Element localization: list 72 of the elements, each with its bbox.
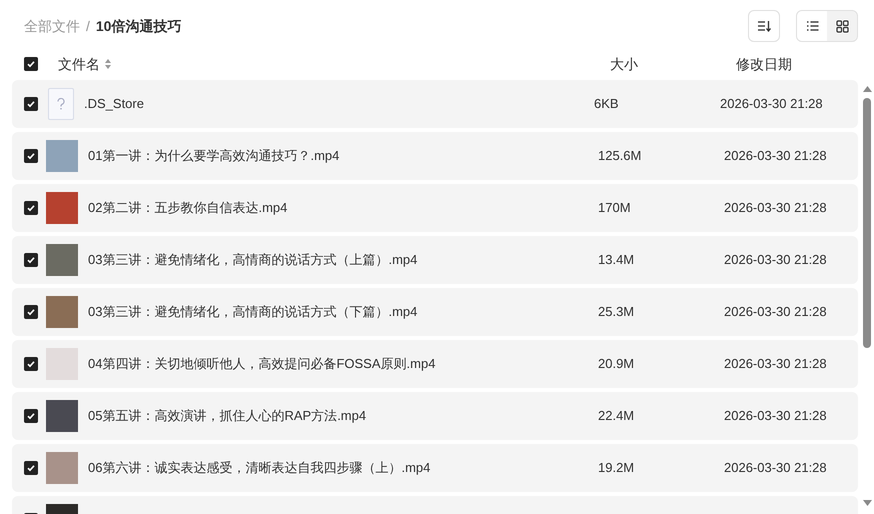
breadcrumb-separator: / <box>86 16 90 36</box>
file-name: 06第六讲：诚实表达感受，清晰表达自我四步骤（上）.mp4 <box>88 459 432 478</box>
file-name: .DS_Store <box>84 95 145 114</box>
unknown-file-icon <box>48 88 74 120</box>
file-size: 170M <box>598 199 632 218</box>
grid-icon <box>836 20 848 32</box>
scroll-down-icon <box>862 500 872 506</box>
file-name: 03第三讲：避免情绪化，高情商的说话方式（下篇）.mp4 <box>88 303 418 322</box>
file-size: 13.4M <box>598 251 636 270</box>
photo-placeholder <box>46 452 78 484</box>
file-name: 01第一讲：为什么要学高效沟通技巧？.mp4 <box>88 147 340 166</box>
file-name: 05第五讲：高效演讲，抓住人心的RAP方法.mp4 <box>88 407 368 426</box>
photo-placeholder <box>46 400 78 432</box>
checkbox[interactable] <box>24 253 38 267</box>
file-row[interactable]: 06第六讲：诚实表达感受，清晰表达自我四步骤（上）.mp4 19.2M 2026-03-30 21:28 <box>12 444 858 492</box>
list-icon <box>806 20 818 32</box>
checkmark-icon <box>26 255 36 265</box>
checkbox[interactable] <box>24 57 38 71</box>
file-row[interactable]: 02第二讲：五步教你自信表达.mp4 170M 2026-03-30 21:28 <box>12 184 858 232</box>
checkbox[interactable] <box>24 201 38 215</box>
file-size: 25.3M <box>598 303 636 322</box>
modified-date: 2026-03-30 21:28 <box>724 407 827 426</box>
list-view-button[interactable] <box>797 11 827 41</box>
checkmark-icon <box>26 99 36 109</box>
sort-button[interactable] <box>748 10 780 42</box>
file-size: 19.2M <box>598 459 636 478</box>
photo-placeholder <box>46 192 78 224</box>
file-name: 03第三讲：避免情绪化，高情商的说话方式（上篇）.mp4 <box>88 251 418 270</box>
modified-date: 2026-03-30 21:28 <box>724 303 827 322</box>
modified-date: 2026-03-30 21:28 <box>724 251 827 270</box>
modified-date: 2026-03-30 21:28 <box>724 199 827 218</box>
column-header[interactable]: 文件名 <box>58 54 100 74</box>
scroll-up-icon <box>862 86 872 92</box>
file-size: 125.6M <box>598 147 642 166</box>
sort-icon <box>757 20 771 32</box>
photo-placeholder <box>46 348 78 380</box>
file-name: 02第二讲：五步教你自信表达.mp4 <box>88 199 288 218</box>
file-row[interactable]: 03第三讲：避免情绪化，高情商的说话方式（上篇）.mp4 13.4M 2026-03-30 21:28 <box>12 236 858 284</box>
file-size: 6KB <box>594 95 620 114</box>
checkbox[interactable] <box>24 305 38 319</box>
checkmark-icon <box>26 307 36 317</box>
column-header[interactable]: 修改日期 <box>736 54 792 74</box>
modified-date: 2026-03-30 21:28 <box>724 147 827 166</box>
scrollbar-thumb[interactable] <box>863 98 871 348</box>
breadcrumb-item[interactable]: 10倍沟通技巧 <box>96 16 182 36</box>
file-size: 22.4M <box>598 407 636 426</box>
modified-date: 2026-03-30 21:28 <box>724 355 827 374</box>
file-row[interactable]: 03第三讲：避免情绪化，高情商的说话方式（下篇）.mp4 25.3M 2026-03-30 21:28 <box>12 288 858 336</box>
checkmark-icon <box>26 463 36 473</box>
checkmark-icon <box>26 151 36 161</box>
checkmark-icon <box>26 359 36 369</box>
file-row[interactable]: .DS_Store 6KB 2026-03-30 21:28 <box>12 80 858 128</box>
photo-placeholder <box>46 244 78 276</box>
photo-placeholder <box>46 140 78 172</box>
file-size: 20.9M <box>598 355 636 374</box>
checkbox[interactable] <box>24 409 38 423</box>
modified-date: 2026-03-30 21:28 <box>720 95 823 114</box>
checkbox[interactable] <box>24 149 38 163</box>
checkbox[interactable] <box>24 97 38 111</box>
file-row[interactable]: 04第四讲：关切地倾听他人，高效提问必备FOSSA原则.mp4 20.9M 2026-03-30 21:28 <box>12 340 858 388</box>
photo-placeholder <box>46 296 78 328</box>
checkmark-icon <box>26 411 36 421</box>
checkbox[interactable] <box>24 461 38 475</box>
checkmark-icon <box>26 203 36 213</box>
sort-icon[interactable] <box>104 58 112 70</box>
checkmark-icon <box>26 59 36 69</box>
file-name: 04第四讲：关切地倾听他人，高效提问必备FOSSA原则.mp4 <box>88 355 436 374</box>
checkbox[interactable] <box>24 357 38 371</box>
file-row[interactable]: 05第五讲：高效演讲，抓住人心的RAP方法.mp4 22.4M 2026-03-30 21:28 <box>12 392 858 440</box>
file-row[interactable]: 01第一讲：为什么要学高效沟通技巧？.mp4 125.6M 2026-03-30 21:28 <box>12 132 858 180</box>
column-header[interactable]: 大小 <box>610 54 736 74</box>
modified-date: 2026-03-30 21:28 <box>724 459 827 478</box>
